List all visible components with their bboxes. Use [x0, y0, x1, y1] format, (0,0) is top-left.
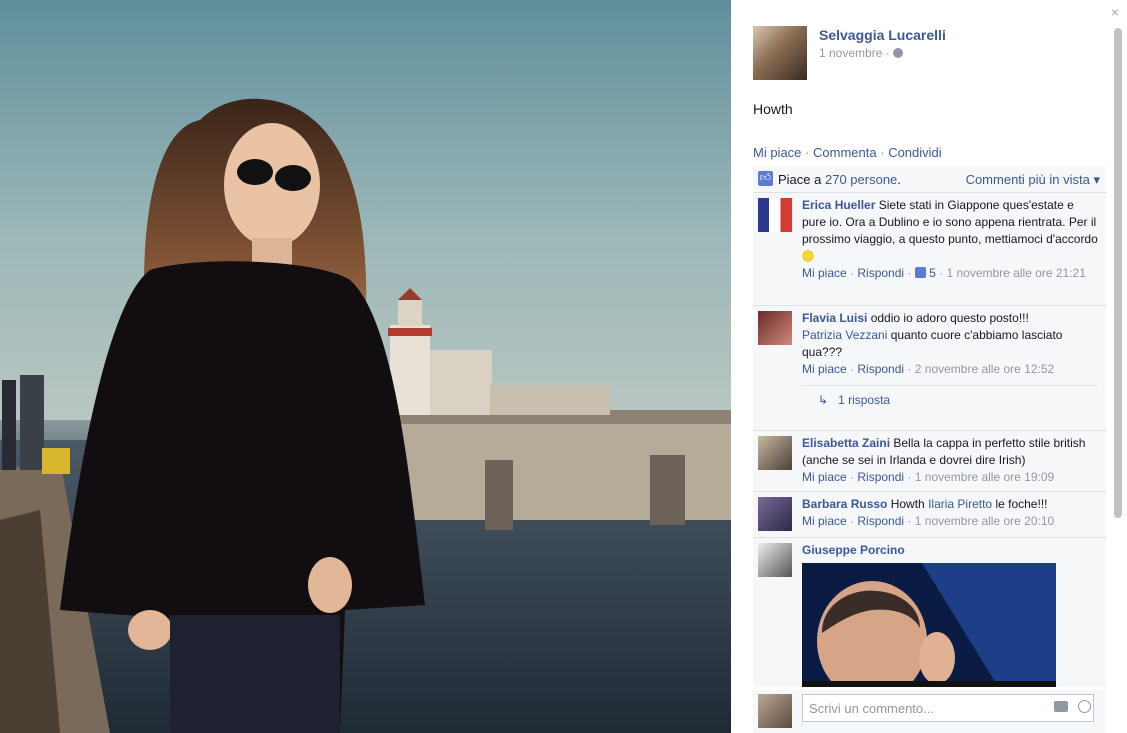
like-link[interactable]: Mi piace: [753, 145, 801, 160]
meta-separator: ·: [939, 266, 944, 280]
share-link[interactable]: Condividi: [888, 145, 941, 160]
meta-separator: ·: [907, 266, 912, 280]
comment-like-link[interactable]: Mi piace: [802, 514, 847, 528]
comment-avatar[interactable]: [758, 198, 792, 232]
comment-image-illustration: [802, 563, 1056, 687]
meta-separator: ·: [907, 362, 912, 376]
likes-prefix: Piace a: [778, 172, 822, 187]
likes-bar: 👍︎ Piace a 270 persone. Commenti più in …: [753, 166, 1106, 193]
comment-item: Elisabetta Zaini Bella la cappa in perfe…: [753, 431, 1106, 492]
comment-author[interactable]: Flavia Luisi: [802, 311, 867, 325]
post-photo[interactable]: [0, 0, 731, 733]
photo-illustration: [0, 0, 731, 733]
comment-time[interactable]: 1 novembre alle ore 21:21: [946, 266, 1085, 280]
thumbs-up-glyph: 👍︎: [759, 172, 772, 184]
comment-time[interactable]: 1 novembre alle ore 19:09: [915, 470, 1054, 484]
likes-suffix: .: [897, 172, 901, 187]
comment-meta: Mi piace · Rispondi · 1 novembre alle or…: [802, 469, 1098, 486]
comment-author[interactable]: Elisabetta Zaini: [802, 436, 890, 450]
comment-item: Barbara Russo Howth Ilaria Piretto le fo…: [753, 492, 1106, 538]
comment-body: Barbara Russo Howth Ilaria Piretto le fo…: [802, 496, 1098, 530]
comment-meta: Mi piace · Rispondi · 5 · 1 novembre all…: [802, 265, 1098, 282]
comment-item: Flavia Luisi oddio io adoro questo posto…: [753, 306, 1106, 431]
emoji-icon[interactable]: [1078, 700, 1091, 713]
close-icon[interactable]: ×: [1109, 5, 1121, 19]
comment-author[interactable]: Barbara Russo: [802, 497, 887, 511]
comment-mention[interactable]: Patrizia Vezzani: [802, 328, 887, 342]
comment-composer: [753, 690, 1106, 733]
meta-separator: ·: [907, 514, 912, 528]
comment-meta: Mi piace · Rispondi · 2 novembre alle or…: [802, 361, 1098, 378]
comment-avatar[interactable]: [758, 543, 792, 577]
comment-reply-link[interactable]: Rispondi: [857, 514, 904, 528]
comment-author[interactable]: Giuseppe Porcino: [802, 543, 905, 557]
comment-time[interactable]: 1 novembre alle ore 20:10: [915, 514, 1054, 528]
author-avatar[interactable]: [753, 26, 807, 80]
comment-body: Erica Hueller Siete stati in Giappone qu…: [802, 197, 1098, 282]
replies-count: 1 risposta: [838, 393, 891, 407]
likes-summary: Piace a 270 persone.: [778, 172, 901, 187]
comment-author[interactable]: Erica Hueller: [802, 198, 875, 212]
smile-emoji-icon: [802, 250, 814, 262]
comment-like-link[interactable]: Mi piace: [802, 470, 847, 484]
meta-separator: ·: [850, 362, 855, 376]
comment-mention[interactable]: Ilaria Piretto: [928, 497, 992, 511]
comment-input[interactable]: [802, 694, 1094, 722]
comment-avatar[interactable]: [758, 436, 792, 470]
comment-reply-link[interactable]: Rispondi: [857, 266, 904, 280]
meta-separator: ·: [850, 266, 855, 280]
comment-text-continued: le foche!!!: [995, 497, 1048, 511]
thumbs-up-icon: 👍︎: [758, 171, 773, 186]
post-actions: Mi piace · Commenta · Condividi: [753, 145, 942, 160]
globe-icon[interactable]: [892, 48, 903, 58]
comment-item: Erica Hueller Siete stati in Giappone qu…: [753, 193, 1106, 306]
action-separator: ·: [805, 145, 810, 160]
comment-like-count[interactable]: 5: [929, 266, 936, 280]
reply-arrow-icon: ↳: [818, 393, 829, 407]
post-date-text[interactable]: 1 novembre: [819, 46, 882, 60]
chevron-down-icon: ▾: [1093, 172, 1100, 187]
comment-sort-dropdown[interactable]: Commenti più in vista ▾: [966, 172, 1100, 188]
likes-count-link[interactable]: 270 persone: [825, 172, 897, 187]
comment-sort-label: Commenti più in vista: [965, 172, 1090, 187]
comment-avatar[interactable]: [758, 311, 792, 345]
action-separator: ·: [880, 145, 885, 160]
comment-item: Giuseppe Porcino: [753, 538, 1106, 687]
scrollbar[interactable]: [1114, 28, 1122, 518]
comment-like-link[interactable]: Mi piace: [802, 266, 847, 280]
comment-avatar[interactable]: [758, 497, 792, 531]
comment-link[interactable]: Commenta: [813, 145, 877, 160]
comment-body: Flavia Luisi oddio io adoro questo posto…: [802, 310, 1098, 378]
date-separator: ·: [885, 46, 890, 60]
meta-separator: ·: [850, 514, 855, 528]
post-caption: Howth: [753, 101, 793, 117]
post-date: 1 novembre ·: [819, 46, 903, 60]
comment-meta: Mi piace · Rispondi · 1 novembre alle or…: [802, 513, 1098, 530]
current-user-avatar: [758, 694, 792, 728]
comment-time[interactable]: 2 novembre alle ore 12:52: [915, 362, 1054, 376]
comment-text: Howth: [890, 497, 925, 511]
comment-text: oddio io adoro questo posto!!!: [870, 311, 1029, 325]
author-name[interactable]: Selvaggia Lucarelli: [819, 27, 946, 43]
view-replies-link[interactable]: ↳ 1 risposta: [802, 385, 1098, 425]
comment-reply-link[interactable]: Rispondi: [857, 362, 904, 376]
comment-reply-link[interactable]: Rispondi: [857, 470, 904, 484]
comment-body: Giuseppe Porcino: [802, 542, 1098, 559]
camera-icon[interactable]: [1054, 701, 1068, 712]
comment-image[interactable]: [802, 563, 1056, 687]
comment-body: Elisabetta Zaini Bella la cappa in perfe…: [802, 435, 1098, 486]
comments-list: Erica Hueller Siete stati in Giappone qu…: [753, 193, 1106, 687]
meta-separator: ·: [850, 470, 855, 484]
post-side-panel: × Selvaggia Lucarelli 1 novembre · Howth…: [731, 0, 1127, 733]
meta-separator: ·: [907, 470, 912, 484]
comment-like-link[interactable]: Mi piace: [802, 362, 847, 376]
thumbs-up-icon: [914, 267, 926, 278]
